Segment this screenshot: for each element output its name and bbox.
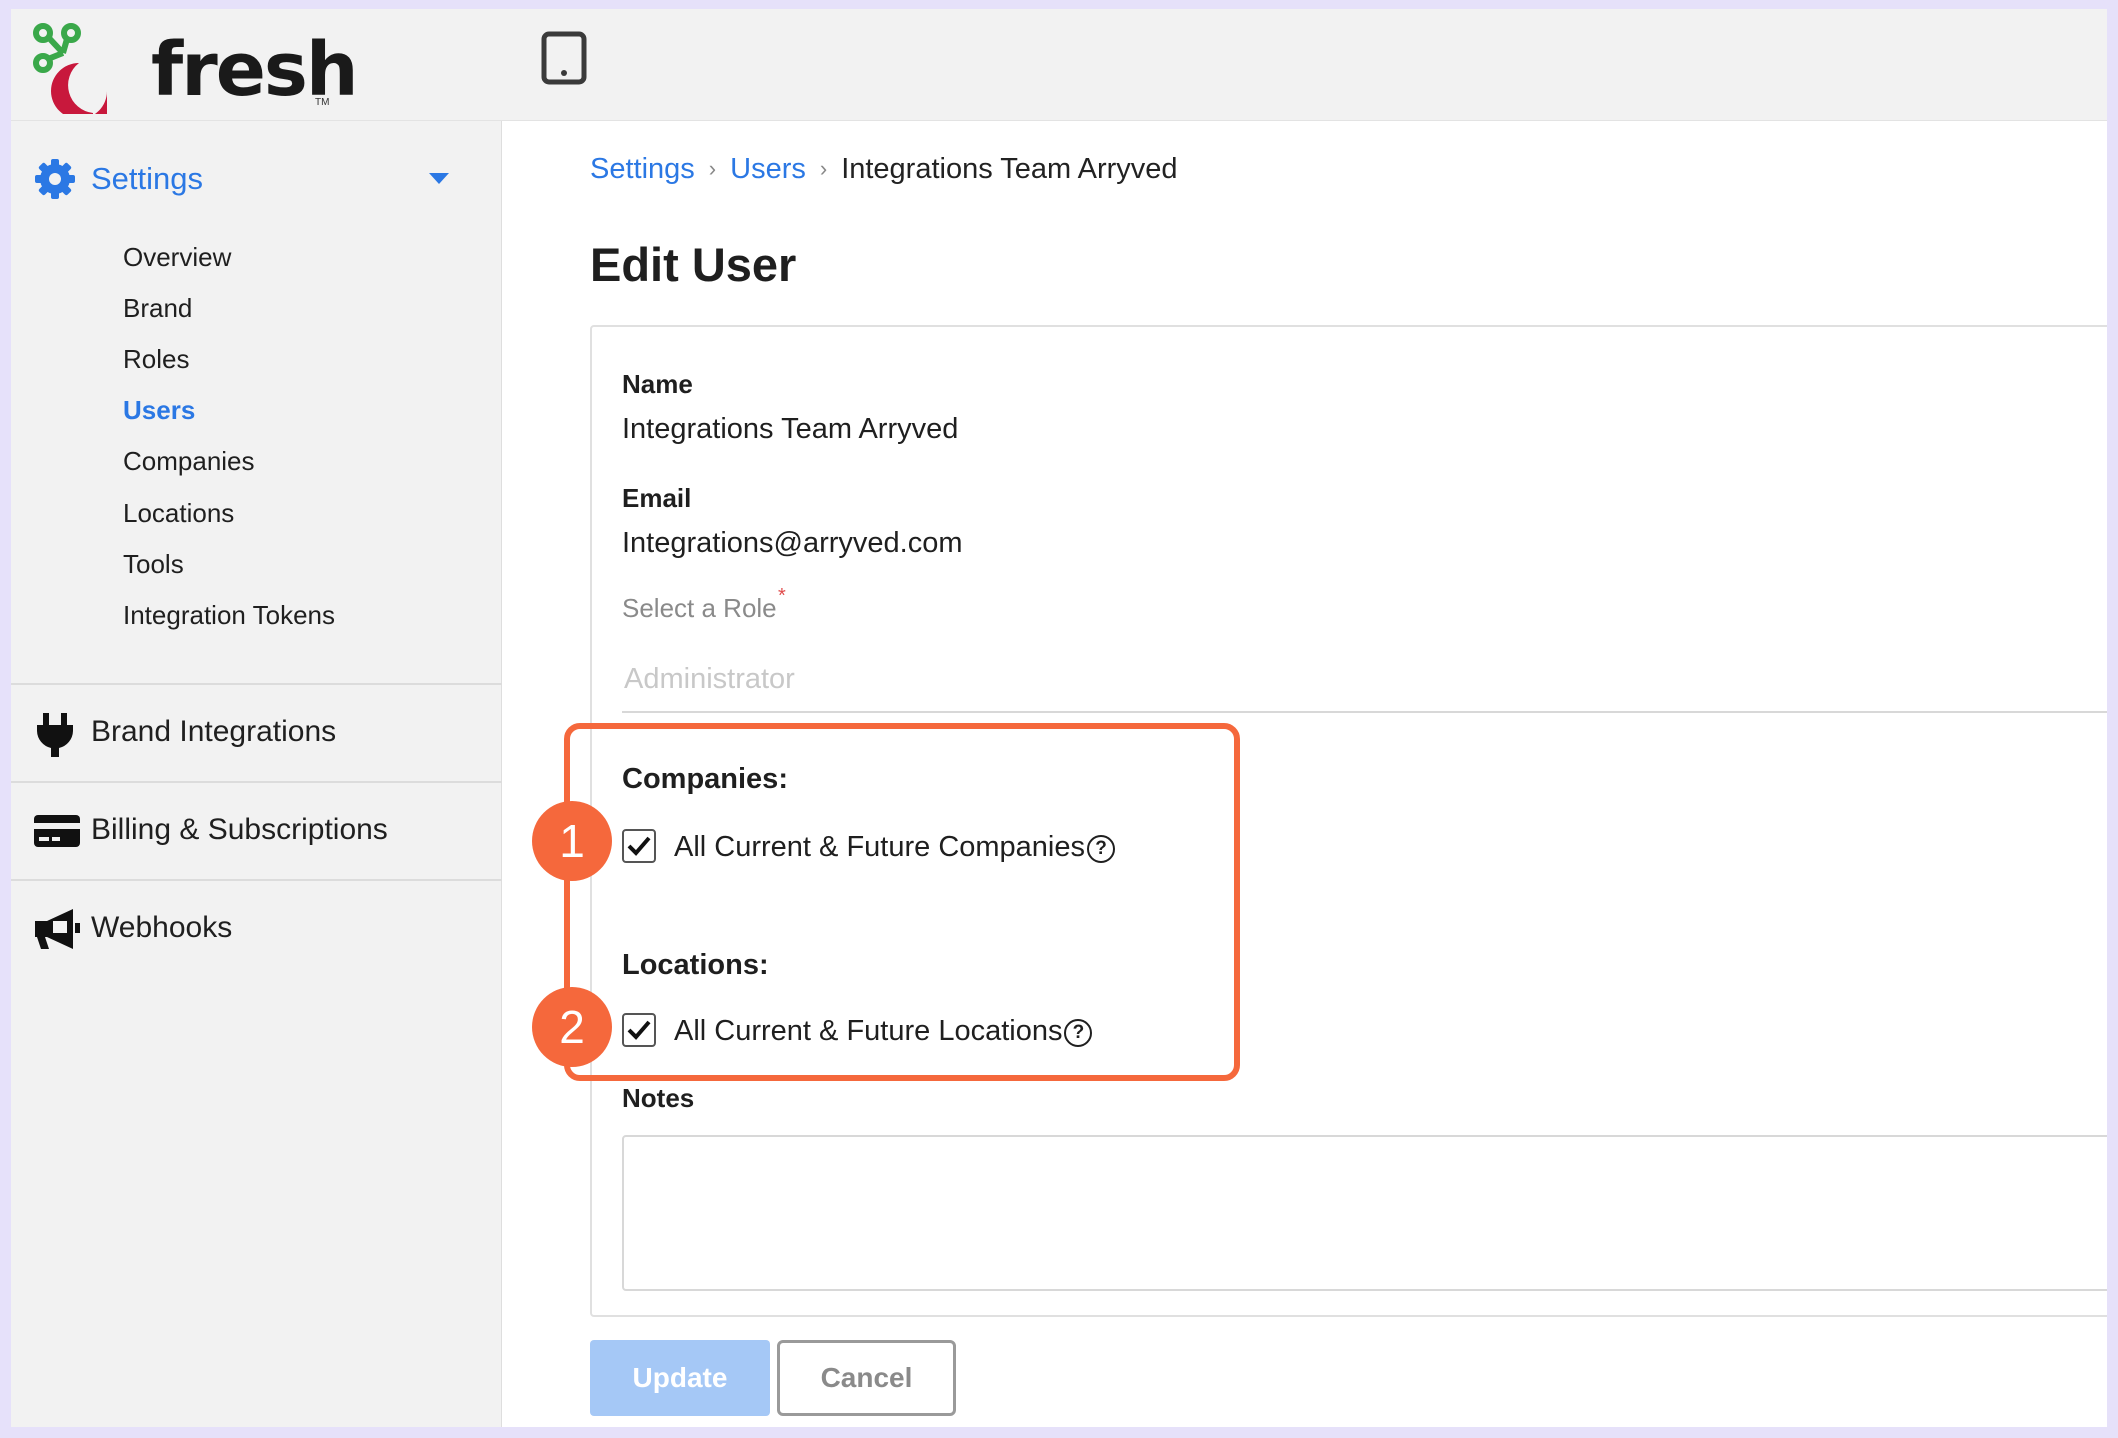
credit-card-icon <box>34 815 80 847</box>
role-select-value: Administrator <box>624 663 795 695</box>
role-select[interactable]: Administrator <box>622 647 2107 713</box>
top-bar: fresh TM <box>11 9 2107 121</box>
name-label: Name <box>622 369 693 399</box>
update-button[interactable]: Update <box>590 1340 770 1416</box>
sidebar-item-brand[interactable]: Brand <box>123 292 192 324</box>
sidebar-section-label: Brand Integrations <box>91 715 337 748</box>
email-value: Integrations@arryved.com <box>622 527 963 559</box>
role-label: Select a Role <box>622 593 777 623</box>
sidebar: Settings Overview Brand Roles Users Comp… <box>11 121 502 1427</box>
sidebar-item-overview[interactable]: Overview <box>123 241 231 273</box>
cancel-button[interactable]: Cancel <box>777 1340 956 1416</box>
sidebar-section-label: Billing & Subscriptions <box>91 813 388 846</box>
plug-icon <box>37 713 73 757</box>
sidebar-settings-toggle[interactable]: Settings <box>11 147 502 207</box>
annotation-badge-1: 1 <box>532 801 612 881</box>
breadcrumb: Settings › Users › Integrations Team Arryved <box>590 151 1178 187</box>
chevron-down-icon <box>429 173 449 184</box>
sidebar-item-brand-integrations[interactable]: Brand Integrations <box>11 685 502 781</box>
sidebar-item-billing[interactable]: Billing & Subscriptions <box>11 783 502 879</box>
sidebar-item-companies[interactable]: Companies <box>123 445 255 477</box>
notes-label: Notes <box>622 1083 695 1113</box>
email-label: Email <box>622 483 692 513</box>
annotation-highlight-box <box>564 723 1240 1081</box>
required-indicator: * <box>778 585 786 607</box>
sidebar-item-tools[interactable]: Tools <box>123 548 184 580</box>
breadcrumb-users-link[interactable]: Users <box>730 153 806 185</box>
notes-textarea[interactable] <box>622 1135 2107 1291</box>
chevron-right-icon: › <box>708 156 717 181</box>
sidebar-item-webhooks[interactable]: Webhooks <box>11 881 502 977</box>
tablet-icon[interactable] <box>541 31 587 85</box>
app-window: fresh TM Settings Overview Brand Roles U… <box>11 9 2107 1427</box>
breadcrumb-settings-link[interactable]: Settings <box>590 153 695 185</box>
chevron-right-icon: › <box>819 156 828 181</box>
sidebar-section-label: Webhooks <box>91 911 233 944</box>
fresh-logo[interactable]: fresh TM <box>29 19 359 119</box>
name-value: Integrations Team Arryved <box>622 413 959 445</box>
megaphone-icon <box>35 909 80 949</box>
annotation-badge-2: 2 <box>532 987 612 1067</box>
logo-trademark: TM <box>315 97 330 108</box>
logo-wordmark: fresh <box>151 27 359 113</box>
page-title: Edit User <box>590 238 797 291</box>
logo-mark-icon <box>33 23 107 119</box>
sidebar-item-integration-tokens[interactable]: Integration Tokens <box>123 599 335 631</box>
breadcrumb-current: Integrations Team Arryved <box>841 153 1178 185</box>
sidebar-item-users[interactable]: Users <box>123 394 195 426</box>
sidebar-settings-label: Settings <box>91 161 204 196</box>
sidebar-item-locations[interactable]: Locations <box>123 497 234 529</box>
gear-icon <box>35 159 75 199</box>
sidebar-item-roles[interactable]: Roles <box>123 343 189 375</box>
